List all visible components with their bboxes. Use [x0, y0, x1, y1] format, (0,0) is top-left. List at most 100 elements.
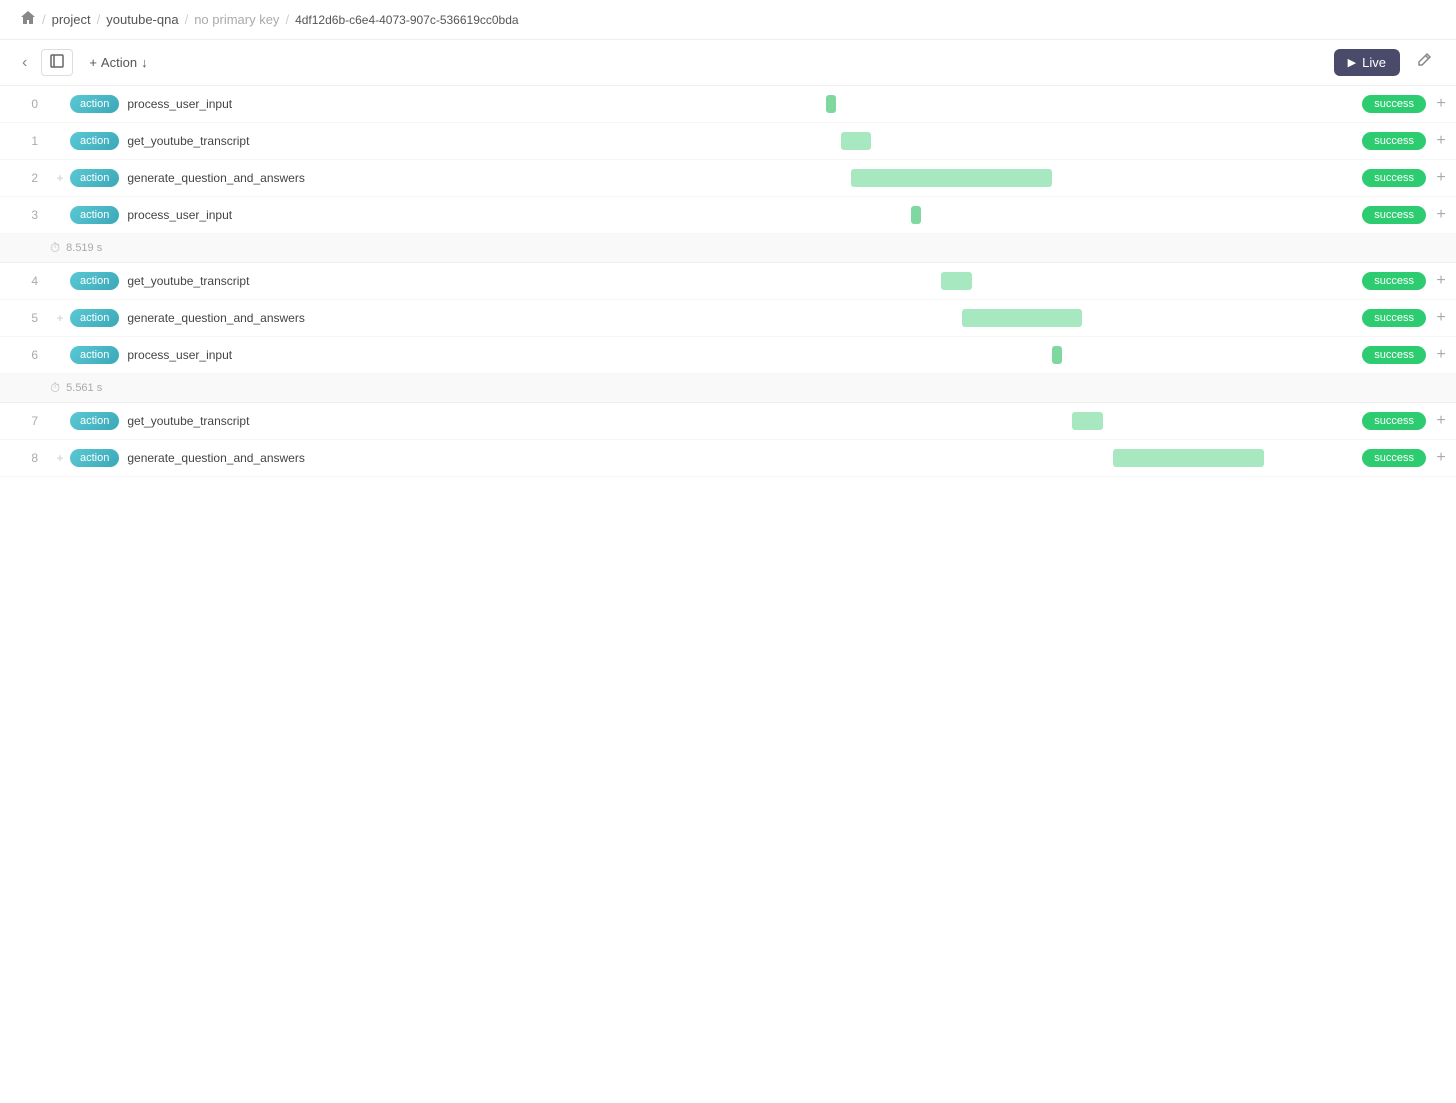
row-index: 6 — [0, 348, 50, 362]
breadcrumb-no-primary: no primary key — [194, 12, 279, 27]
table-row: 5+actiongenerate_question_and_answerssuc… — [0, 300, 1456, 337]
row-add-button[interactable]: + — [1426, 346, 1456, 364]
row-index: 3 — [0, 208, 50, 222]
action-badge[interactable]: action — [70, 95, 119, 113]
gantt-area — [347, 337, 1354, 373]
edit-button[interactable] — [1408, 48, 1440, 77]
breadcrumb-id: 4df12d6b-c6e4-4073-907c-536619cc0bda — [295, 13, 519, 27]
gantt-bar — [962, 309, 1083, 327]
table-row: 0actionprocess_user_inputsuccess+ — [0, 86, 1456, 123]
row-add-button[interactable]: + — [1426, 449, 1456, 467]
gantt-area — [347, 403, 1354, 439]
row-label: generate_question_and_answers — [127, 451, 347, 465]
separator-2: ⏱ 5.561 s — [0, 374, 1456, 403]
status-badge: success — [1362, 412, 1426, 430]
gantt-area — [347, 440, 1354, 476]
row-index: 1 — [0, 134, 50, 148]
clock-icon-2: ⏱ — [50, 380, 60, 396]
row-expand[interactable]: + — [50, 311, 70, 325]
row-add-button[interactable]: + — [1426, 206, 1456, 224]
row-add-button[interactable]: + — [1426, 309, 1456, 327]
row-label: get_youtube_transcript — [127, 274, 347, 288]
home-icon[interactable] — [20, 10, 36, 29]
gantt-area — [347, 263, 1354, 299]
rows-group-3: 7actionget_youtube_transcriptsuccess+8+a… — [0, 403, 1456, 477]
play-icon: ▶ — [1348, 56, 1356, 69]
breadcrumb-project[interactable]: project — [52, 12, 91, 27]
rows-group-2: 4actionget_youtube_transcriptsuccess+5+a… — [0, 263, 1456, 374]
row-add-button[interactable]: + — [1426, 412, 1456, 430]
expand-button[interactable] — [41, 49, 73, 76]
sep3: / — [185, 12, 189, 27]
table-row: 2+actiongenerate_question_and_answerssuc… — [0, 160, 1456, 197]
table-row: 1 action get_youtube_transcript success+ — [0, 123, 1456, 160]
back-button[interactable]: ‹ — [16, 52, 33, 74]
row-label: generate_question_and_answers — [127, 171, 347, 185]
row-index: 8 — [0, 451, 50, 465]
row-expand[interactable]: + — [50, 451, 70, 465]
table-row: 3 action process_user_input success+ — [0, 197, 1456, 234]
gantt-area — [347, 197, 1354, 233]
status-badge: success — [1362, 132, 1426, 150]
breadcrumb-subproject[interactable]: youtube-qna — [106, 12, 178, 27]
add-action-button[interactable]: + Action ↓ — [81, 51, 155, 74]
sep4: / — [285, 12, 289, 27]
row-label: get_youtube_transcript — [127, 134, 347, 148]
plus-icon: + — [89, 55, 97, 70]
row-index: 7 — [0, 414, 50, 428]
row-expand[interactable]: + — [50, 171, 70, 185]
live-label: Live — [1362, 55, 1386, 70]
status-badge: success — [1362, 309, 1426, 327]
status-badge: success — [1362, 169, 1426, 187]
action-badge[interactable]: action — [70, 206, 119, 224]
table-row: 8+actiongenerate_question_and_answerssuc… — [0, 440, 1456, 477]
status-badge: success — [1362, 449, 1426, 467]
action-badge[interactable]: action — [70, 309, 119, 327]
row-add-button[interactable]: + — [1426, 272, 1456, 290]
separator-time-1: 8.519 s — [66, 242, 102, 254]
row-label: generate_question_and_answers — [127, 311, 347, 325]
row-label: process_user_input — [127, 97, 347, 111]
row-label: get_youtube_transcript — [127, 414, 347, 428]
row-index: 2 — [0, 171, 50, 185]
gantt-bar — [826, 95, 836, 113]
row-add-button[interactable]: + — [1426, 169, 1456, 187]
gantt-area — [347, 86, 1354, 122]
toolbar: ‹ + Action ↓ ▶ Live — [0, 40, 1456, 86]
gantt-area — [347, 123, 1354, 159]
rows-group-1: 0actionprocess_user_inputsuccess+1action… — [0, 86, 1456, 234]
table-row: 6 action process_user_input success+ — [0, 337, 1456, 374]
row-label: process_user_input — [127, 208, 347, 222]
action-badge[interactable]: action — [70, 346, 119, 364]
gantt-bar — [911, 206, 921, 224]
gantt-area — [347, 300, 1354, 336]
action-badge[interactable]: action — [70, 412, 119, 430]
action-badge[interactable]: action — [70, 449, 119, 467]
separator-1: ⏱ 8.519 s — [0, 234, 1456, 263]
separator-time-2: 5.561 s — [66, 382, 102, 394]
live-button[interactable]: ▶ Live — [1334, 49, 1400, 76]
clock-icon-1: ⏱ — [50, 240, 60, 256]
gantt-area — [347, 160, 1354, 196]
action-button-label: Action — [101, 55, 137, 70]
down-arrow-icon: ↓ — [141, 55, 148, 70]
action-badge[interactable]: action — [70, 169, 119, 187]
gantt-bar — [851, 169, 1052, 187]
breadcrumb: / project / youtube-qna / no primary key… — [0, 0, 1456, 40]
action-badge[interactable]: action — [70, 272, 119, 290]
sep2: / — [97, 12, 101, 27]
status-badge: success — [1362, 95, 1426, 113]
status-badge: success — [1362, 272, 1426, 290]
table-row: 4 action get_youtube_transcript success+ — [0, 263, 1456, 300]
sep1: / — [42, 12, 46, 27]
status-badge: success — [1362, 206, 1426, 224]
status-badge: success — [1362, 346, 1426, 364]
row-label: process_user_input — [127, 348, 347, 362]
action-badge[interactable]: action — [70, 132, 119, 150]
row-add-button[interactable]: + — [1426, 95, 1456, 113]
row-add-button[interactable]: + — [1426, 132, 1456, 150]
row-index: 4 — [0, 274, 50, 288]
gantt-bar — [841, 132, 871, 150]
gantt-bar — [1052, 346, 1062, 364]
gantt-bar — [941, 272, 971, 290]
